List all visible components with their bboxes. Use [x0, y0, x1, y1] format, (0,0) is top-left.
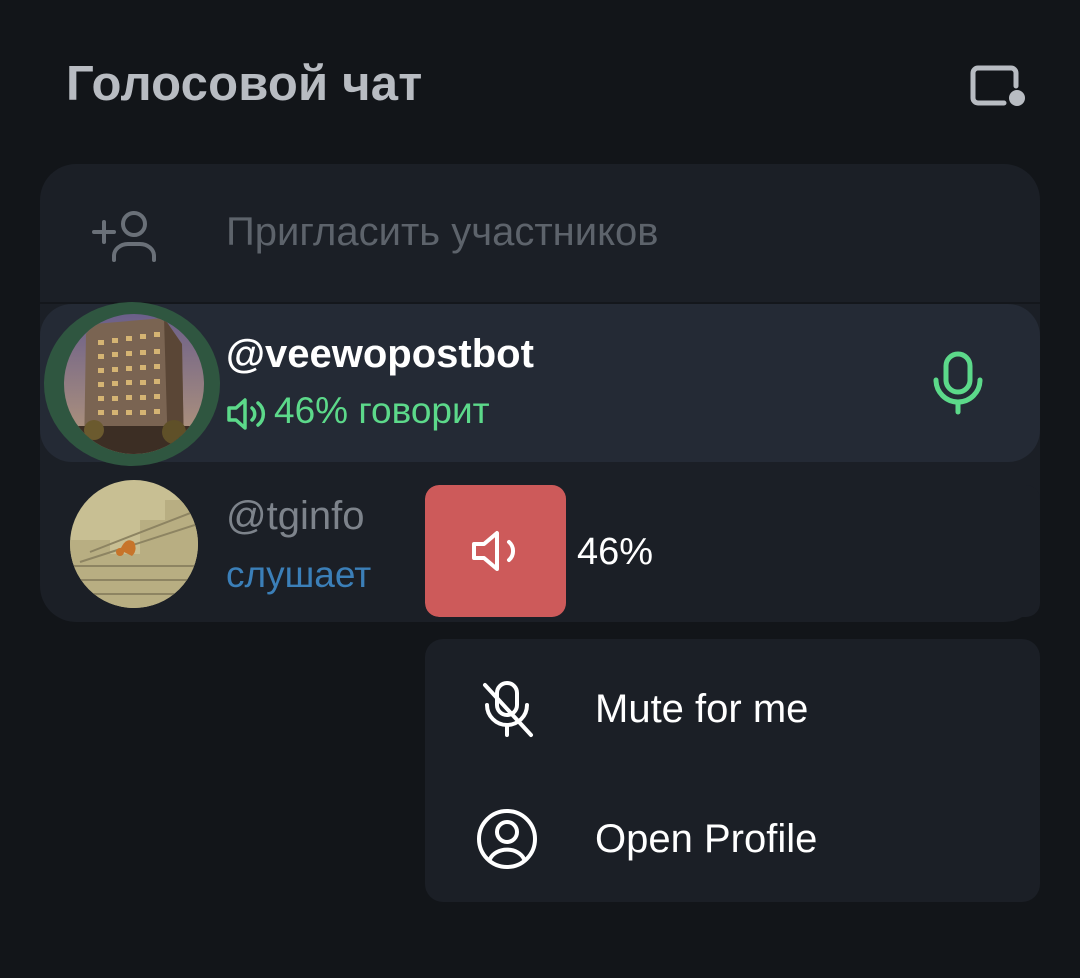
- speaker-icon: [472, 531, 516, 571]
- voice-chat-sheet: Голосовой чат Пригласить участников @vee…: [0, 0, 1080, 978]
- profile-icon: [477, 809, 537, 869]
- participant-name: @tginfo: [226, 494, 365, 538]
- screen-share-button[interactable]: [966, 60, 1030, 112]
- open-profile-item[interactable]: Open Profile: [425, 773, 1040, 903]
- avatar[interactable]: [70, 480, 198, 608]
- voice-chat-screen: Голосовой чат Пригласить участников @vee…: [0, 0, 1080, 978]
- open-profile-label: Open Profile: [595, 817, 818, 861]
- participant-context-menu: Mute for me Open Profile: [425, 639, 1040, 902]
- avatar[interactable]: [64, 314, 204, 454]
- volume-value: 46%: [577, 531, 654, 573]
- mic-off-icon: [483, 681, 533, 737]
- microphone-button[interactable]: [926, 350, 990, 416]
- mute-for-me-label: Mute for me: [595, 687, 809, 731]
- stairs-cat-illustration: [70, 480, 198, 608]
- invite-members-label: Пригласить участников: [226, 210, 659, 254]
- add-person-icon: [92, 211, 156, 262]
- participant-name: @veewopostbot: [226, 332, 534, 376]
- screen-share-icon: [970, 65, 1025, 106]
- building-photo: [64, 314, 204, 454]
- speaker-icon: [227, 398, 266, 430]
- participant-status-speaking: 46% говорит: [274, 390, 490, 431]
- invite-members-button[interactable]: Пригласить участников: [40, 164, 1040, 302]
- voice-chat-title: Голосовой чат: [66, 57, 423, 111]
- participant-status-listening: слушает: [226, 554, 372, 595]
- microphone-icon: [933, 351, 983, 415]
- mute-for-me-item[interactable]: Mute for me: [425, 643, 1040, 773]
- volume-slider[interactable]: 46%: [425, 485, 1040, 617]
